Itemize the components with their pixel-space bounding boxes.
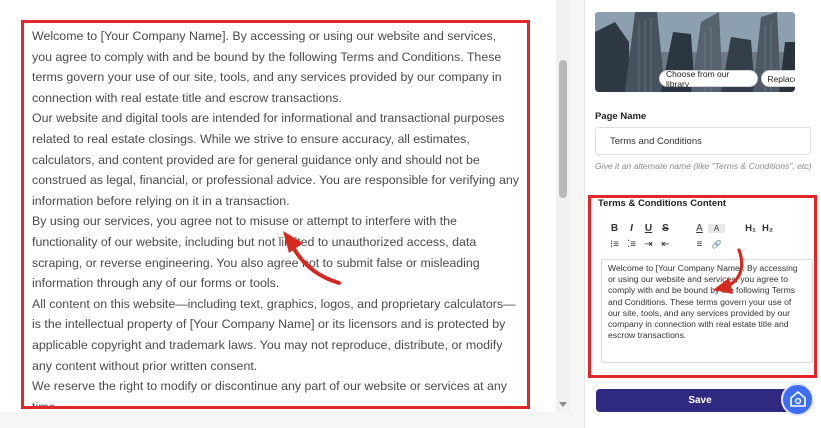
- heading-2-button[interactable]: H₂: [759, 223, 776, 234]
- red-annotation-arrow-icon: [713, 248, 744, 294]
- content-editor[interactable]: Welcome to [Your Company Name]. By acces…: [601, 259, 813, 363]
- hero-image-thumbnail: Choose from our library Replace: [595, 12, 795, 92]
- editor-toolbar: B I U S A A H₁ H₂ ⁝≡ ⁚≡ ⇥ ⇤ ≡ 🔗: [606, 220, 776, 252]
- highlight-button[interactable]: A: [708, 223, 725, 233]
- outdent-button[interactable]: ⇤: [657, 239, 674, 250]
- italic-button[interactable]: I: [623, 223, 640, 234]
- page-name-hint: Give it an alternate name (like "Terms &…: [595, 161, 812, 171]
- save-button[interactable]: Save: [596, 389, 804, 412]
- ordered-list-button[interactable]: ⁝≡: [606, 239, 623, 250]
- strikethrough-button[interactable]: S: [657, 223, 674, 234]
- editor-text[interactable]: Welcome to [Your Company Name]. By acces…: [602, 260, 812, 341]
- support-chat-glyph-icon: [789, 390, 806, 407]
- support-chat-icon[interactable]: [781, 383, 814, 416]
- content-label: Terms & Conditions Content: [598, 198, 727, 209]
- preview-content: Welcome to [Your Company Name]. By acces…: [24, 23, 519, 409]
- settings-panel: Choose from our library Replace Page Nam…: [584, 0, 821, 428]
- text-color-button[interactable]: A: [691, 223, 708, 234]
- page-name-input[interactable]: Terms and Conditions: [595, 127, 811, 155]
- preview-highlight-frame: Welcome to [Your Company Name]. By acces…: [21, 20, 530, 409]
- scroll-down-arrow-icon[interactable]: [559, 402, 567, 407]
- preview-scrollbar[interactable]: [556, 0, 570, 412]
- page-name-label: Page Name: [595, 111, 647, 122]
- preview-paragraph: We reserve the right to modify or discon…: [32, 379, 507, 409]
- bold-button[interactable]: B: [606, 223, 623, 234]
- heading-1-button[interactable]: H₁: [742, 223, 759, 234]
- underline-button[interactable]: U: [640, 223, 657, 234]
- preview-pane[interactable]: Welcome to [Your Company Name]. By acces…: [0, 0, 570, 412]
- indent-button[interactable]: ⇥: [640, 239, 657, 250]
- red-annotation-arrow-icon: [283, 231, 341, 285]
- preview-paragraph: Our website and digital tools are intend…: [32, 111, 519, 208]
- scrollbar-thumb[interactable]: [559, 60, 567, 198]
- align-button[interactable]: ≡: [691, 239, 708, 250]
- replace-image-button[interactable]: Replace: [761, 70, 795, 87]
- preview-paragraph: Welcome to [Your Company Name]. By acces…: [32, 29, 502, 105]
- choose-from-library-button[interactable]: Choose from our library: [659, 69, 758, 89]
- app-root: Welcome to [Your Company Name]. By acces…: [0, 0, 821, 428]
- content-editor-highlight-frame: Terms & Conditions Content B I U S A A H…: [588, 195, 817, 378]
- bullet-list-button[interactable]: ⁚≡: [623, 239, 640, 250]
- preview-paragraph: All content on this website—including te…: [32, 296, 516, 373]
